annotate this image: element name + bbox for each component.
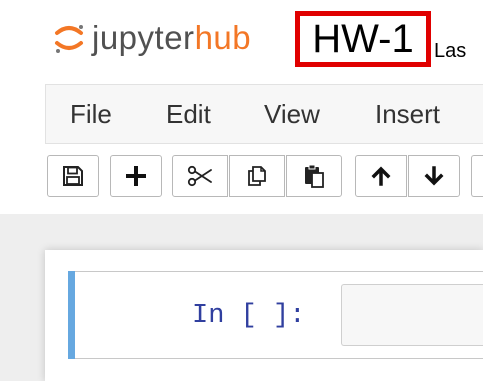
copy-icon	[248, 166, 266, 186]
notebook-title[interactable]: HW-1	[295, 11, 431, 67]
scissors-icon	[187, 165, 212, 187]
menu-file[interactable]: File	[70, 98, 112, 130]
last-saved-status: Las	[434, 40, 467, 62]
code-input[interactable]	[341, 284, 483, 346]
insert-cell-button[interactable]	[110, 155, 162, 197]
logo-text-jupyter: jupyter	[92, 19, 195, 56]
logo-text-hub: hub	[194, 19, 252, 56]
cell-prompt: In [ ]:	[192, 301, 306, 331]
plus-icon	[126, 166, 146, 186]
paste-icon	[305, 164, 324, 188]
cell-selection-marker	[68, 271, 75, 359]
menubar: File Edit View Insert	[45, 84, 483, 144]
arrow-up-icon	[371, 166, 391, 186]
save-icon	[63, 166, 83, 186]
jupyter-logo-icon	[55, 25, 83, 53]
copy-button[interactable]	[229, 155, 285, 197]
move-cell-down-button[interactable]	[408, 155, 460, 197]
paste-button[interactable]	[286, 155, 342, 197]
cut-button[interactable]	[172, 155, 228, 197]
arrow-down-icon	[424, 166, 444, 186]
menu-edit[interactable]: Edit	[166, 98, 211, 130]
toolbar	[0, 146, 483, 212]
menu-view[interactable]: View	[264, 98, 320, 130]
toolbar-next-button[interactable]	[471, 155, 483, 197]
save-button[interactable]	[47, 155, 99, 197]
header: jupyter hub HW-1 Las	[0, 0, 483, 80]
menu-insert[interactable]: Insert	[375, 98, 440, 130]
move-cell-up-button[interactable]	[355, 155, 407, 197]
notebook-title-text: HW-1	[312, 17, 414, 61]
jupyterhub-logo[interactable]: jupyter hub	[52, 12, 251, 64]
